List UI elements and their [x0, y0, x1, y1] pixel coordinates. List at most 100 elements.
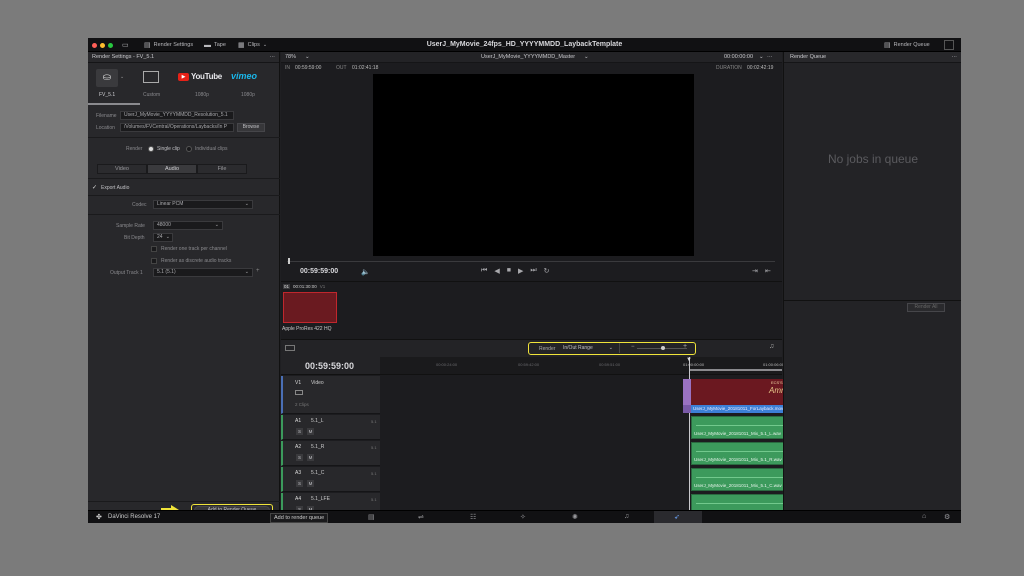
single-clip-radio[interactable]	[148, 146, 154, 152]
jump-end-icon[interactable]: ⏭	[530, 267, 536, 275]
zoom-slider-handle[interactable]	[661, 346, 665, 350]
bit-depth-label: Bit Depth	[124, 235, 145, 241]
zoom-value[interactable]: 78%	[285, 52, 296, 63]
mute-button[interactable]: M	[307, 454, 314, 461]
chevron-down-icon: ⌄	[244, 201, 249, 207]
expand-icon[interactable]	[944, 40, 954, 50]
timeline-view-icon[interactable]	[285, 345, 295, 351]
individual-clips-radio[interactable]	[186, 146, 192, 152]
film-icon[interactable]	[143, 71, 159, 83]
clip-thumbnail[interactable]	[283, 292, 337, 323]
bit-depth-select[interactable]: 24 ⌄	[153, 233, 173, 242]
minimize-window-button[interactable]	[100, 42, 105, 48]
mute-button[interactable]: M	[307, 428, 314, 435]
render-one-track-checkbox[interactable]	[151, 246, 157, 252]
close-window-button[interactable]	[92, 42, 97, 48]
deliver-page-button[interactable]: ➶	[654, 511, 702, 523]
render-range-select[interactable]: In/Out Range ⌄	[563, 344, 613, 352]
more-options-icon[interactable]: ···	[952, 52, 958, 63]
chevron-down-icon[interactable]: ⌄	[584, 52, 589, 63]
output-track-select[interactable]: 5.1 (5.1) ⌄	[153, 268, 253, 277]
video-clip-trim[interactable]	[683, 405, 691, 413]
chevron-down-icon: ⌄	[262, 41, 268, 48]
mute-button[interactable]: M	[307, 480, 314, 487]
location-field[interactable]: /Volumes/FVCentral/Operations/Laybacks/I…	[120, 123, 234, 132]
divider	[88, 501, 280, 502]
tooltip: Add to render queue	[270, 513, 329, 523]
chevron-down-icon[interactable]: ⌄	[759, 52, 764, 63]
video-track-icon[interactable]	[295, 390, 303, 395]
play-icon[interactable]: ▶	[518, 267, 523, 275]
ruler-tick: 00:00:24:00	[436, 362, 458, 367]
render-queue-toggle[interactable]: ▤ Render Queue	[884, 40, 930, 50]
zoom-out-icon[interactable]: −	[631, 344, 635, 350]
maximize-window-button[interactable]	[108, 42, 113, 48]
gear-icon[interactable]: ⚙	[944, 513, 950, 521]
viewer-timecode: 00:00:00:00	[724, 54, 754, 60]
divider	[619, 343, 620, 353]
track-header-a3[interactable]: A3 5.1_C 5.1 S M	[281, 467, 380, 492]
solo-button[interactable]: S	[296, 454, 303, 461]
filename-field[interactable]: UserJ_MyMovie_YYYYMMDD_Resolution_5.1	[120, 111, 234, 120]
audio-clip-label: UserJ_MyMovie_20181011_Mix_5.1_C.wav	[694, 483, 782, 488]
track-header-v1[interactable]: V1 Video 2 Clips	[281, 376, 380, 414]
codec-label: Codec	[132, 202, 147, 208]
vimeo-logo[interactable]: vimeo	[231, 71, 257, 81]
timeline-ruler[interactable]: 00:00:24:00 00:59:42:00 00:59:51:00 01:0…	[380, 357, 784, 375]
render-all-button[interactable]: Render All	[907, 303, 945, 312]
loop-icon[interactable]: ↻	[544, 267, 550, 275]
playhead-marker-icon[interactable]: ▼	[686, 357, 692, 363]
chevron-down-icon[interactable]: ⌄	[120, 74, 124, 80]
play-reverse-icon[interactable]: ◀	[494, 267, 499, 275]
scrubber-track[interactable]	[287, 261, 775, 262]
mark-in-icon[interactable]: ⇥	[752, 267, 758, 275]
solo-button[interactable]: S	[296, 428, 303, 435]
more-options-icon[interactable]: ···	[767, 52, 773, 63]
render-range-value: In/Out Range	[563, 345, 593, 351]
timeline-toolbar: Render In/Out Range ⌄ − + ♫	[281, 340, 782, 357]
divider	[88, 137, 280, 138]
stop-icon[interactable]: ■	[507, 267, 511, 275]
volume-icon[interactable]: 🔈	[361, 268, 370, 276]
zoom-in-icon[interactable]: +	[683, 343, 687, 350]
tape-toggle[interactable]: ▬ Tape	[204, 40, 226, 50]
tab-video[interactable]: Video	[97, 164, 147, 174]
browse-button[interactable]: Browse	[237, 123, 265, 132]
chevron-down-icon[interactable]: ⌄	[305, 52, 310, 63]
fusion-page-icon[interactable]: ✧	[520, 513, 526, 521]
color-page-icon[interactable]: ✺	[572, 513, 578, 521]
track-header-a1[interactable]: A1 5.1_L 5.1 S M	[281, 415, 380, 440]
scrubber-playhead[interactable]	[288, 258, 290, 264]
render-preset-icon[interactable]: ⛀	[96, 69, 118, 87]
add-output-track-icon[interactable]: +	[256, 268, 260, 274]
track-header-a2[interactable]: A2 5.1_R 5.1 S M	[281, 441, 380, 466]
clips-toggle[interactable]: ▦ Clips ⌄	[238, 40, 267, 50]
home-icon[interactable]: ⌂	[922, 513, 926, 520]
youtube-preset[interactable]: ▶ YouTube	[178, 72, 222, 81]
transport-controls: ⏮ ◀ ■ ▶ ⏭ ↻	[481, 267, 550, 275]
duration-value: 00:02:42:19	[747, 65, 774, 71]
cut-page-icon[interactable]: ⇌	[418, 513, 424, 521]
solo-button[interactable]: S	[296, 480, 303, 487]
sample-rate-select[interactable]: 48000 ⌄	[153, 221, 223, 230]
mark-out-icon[interactable]: ⇤	[765, 267, 771, 275]
viewer-canvas[interactable]	[373, 74, 694, 256]
tab-audio[interactable]: Audio	[147, 164, 197, 174]
music-note-icon[interactable]: ♫	[769, 343, 774, 350]
more-options-icon[interactable]: ···	[270, 52, 276, 63]
codec-select[interactable]: Linear PCM ⌄	[153, 200, 253, 209]
fairlight-page-icon[interactable]: ♫	[624, 513, 629, 520]
preset-scrollbar[interactable]	[88, 103, 140, 105]
video-clip-trim[interactable]	[683, 379, 691, 405]
tab-file[interactable]: File	[197, 164, 247, 174]
monitor-icon[interactable]: ▭	[122, 40, 129, 50]
timeline-selector[interactable]: UserJ_MyMovie_YYYYMMDD_Master	[481, 52, 575, 63]
clip-header: 01 00:01:30:00 V1	[283, 284, 325, 289]
jump-start-icon[interactable]: ⏮	[481, 267, 487, 275]
edit-page-icon[interactable]: ☷	[470, 513, 476, 521]
media-page-icon[interactable]: ▤	[368, 513, 375, 521]
chevron-down-icon: ⌄	[608, 345, 613, 351]
render-settings-toggle[interactable]: ▤ Render Settings	[144, 40, 193, 50]
render-discrete-checkbox[interactable]	[151, 258, 157, 264]
export-audio-checkbox[interactable]: ✓	[92, 184, 97, 191]
